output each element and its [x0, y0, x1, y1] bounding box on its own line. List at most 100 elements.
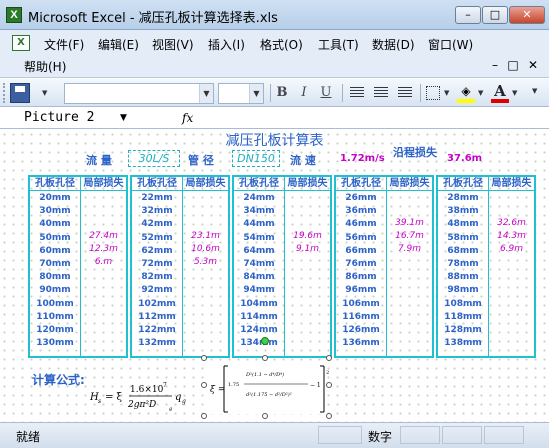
- diameter-cell[interactable]: 28mm: [438, 193, 488, 203]
- workbook-icon[interactable]: X: [12, 35, 30, 51]
- diameter-cell[interactable]: 124mm: [234, 325, 284, 335]
- menu-data[interactable]: 数据(D): [372, 36, 415, 53]
- toolbar-grip[interactable]: [3, 83, 6, 103]
- resize-handle[interactable]: [201, 382, 207, 388]
- loss-cell[interactable]: 6.m: [81, 257, 126, 267]
- pipe-value[interactable]: DN150: [232, 150, 280, 167]
- loss-cell[interactable]: 5.3m: [183, 257, 228, 267]
- diameter-cell[interactable]: 74mm: [234, 259, 284, 269]
- diameter-cell[interactable]: 34mm: [234, 206, 284, 216]
- diameter-cell[interactable]: 134mm: [234, 338, 284, 348]
- loss-cell[interactable]: 6.9m: [489, 244, 534, 254]
- diameter-cell[interactable]: 84mm: [234, 272, 284, 282]
- diameter-cell[interactable]: 22mm: [132, 193, 182, 203]
- doc-minimize-button[interactable]: –: [488, 58, 502, 72]
- fx-icon[interactable]: fx: [182, 109, 193, 127]
- diameter-cell[interactable]: 128mm: [438, 325, 488, 335]
- resize-handle[interactable]: [201, 413, 207, 419]
- resize-handle[interactable]: [326, 382, 332, 388]
- diameter-cell[interactable]: 44mm: [234, 219, 284, 229]
- diameter-cell[interactable]: 38mm: [438, 206, 488, 216]
- font-name-dropdown[interactable]: ▼: [64, 83, 214, 104]
- align-center-icon[interactable]: [374, 87, 388, 99]
- diameter-cell[interactable]: 40mm: [30, 219, 80, 229]
- bold-icon[interactable]: B: [272, 84, 292, 102]
- diameter-cell[interactable]: 108mm: [438, 299, 488, 309]
- chevron-down-icon[interactable]: ▼: [249, 84, 263, 103]
- name-box-arrow[interactable]: ▼: [120, 109, 127, 127]
- resize-handle[interactable]: [326, 355, 332, 361]
- diameter-cell[interactable]: 88mm: [438, 272, 488, 282]
- italic-icon[interactable]: I: [294, 84, 314, 102]
- loss-cell[interactable]: 39.1m: [387, 218, 432, 228]
- diameter-cell[interactable]: 126mm: [336, 325, 386, 335]
- diameter-cell[interactable]: 106mm: [336, 299, 386, 309]
- diameter-cell[interactable]: 116mm: [336, 312, 386, 322]
- diameter-cell[interactable]: 52mm: [132, 233, 182, 243]
- toolbar-options-arrow[interactable]: ▼: [42, 89, 47, 97]
- doc-close-button[interactable]: ✕: [526, 58, 540, 72]
- loss-cell[interactable]: 12.3m: [81, 244, 126, 254]
- font-size-dropdown[interactable]: ▼: [218, 83, 264, 104]
- resize-handle[interactable]: [262, 413, 268, 419]
- loss-cell[interactable]: 19.6m: [285, 231, 330, 241]
- diameter-cell[interactable]: 112mm: [132, 312, 182, 322]
- diameter-cell[interactable]: 132mm: [132, 338, 182, 348]
- align-right-icon[interactable]: [398, 87, 412, 99]
- loss-cell[interactable]: 23.1m: [183, 231, 228, 241]
- diameter-cell[interactable]: 72mm: [132, 259, 182, 269]
- diameter-cell[interactable]: 20mm: [30, 193, 80, 203]
- diameter-cell[interactable]: 82mm: [132, 272, 182, 282]
- diameter-cell[interactable]: 68mm: [438, 246, 488, 256]
- diameter-cell[interactable]: 58mm: [438, 233, 488, 243]
- font-color-icon[interactable]: A: [492, 82, 508, 100]
- formula-input[interactable]: [200, 109, 540, 127]
- name-box[interactable]: Picture 2: [4, 109, 134, 127]
- align-left-icon[interactable]: [350, 87, 364, 99]
- diameter-cell[interactable]: 56mm: [336, 233, 386, 243]
- rotate-handle[interactable]: [261, 337, 269, 345]
- diameter-cell[interactable]: 102mm: [132, 299, 182, 309]
- diameter-cell[interactable]: 78mm: [438, 259, 488, 269]
- diameter-cell[interactable]: 118mm: [438, 312, 488, 322]
- chevron-down-icon[interactable]: ▼: [199, 84, 213, 103]
- diameter-cell[interactable]: 50mm: [30, 233, 80, 243]
- diameter-cell[interactable]: 94mm: [234, 285, 284, 295]
- diameter-cell[interactable]: 66mm: [336, 246, 386, 256]
- font-color-dropdown-arrow[interactable]: ▼: [512, 89, 517, 97]
- diameter-cell[interactable]: 110mm: [30, 312, 80, 322]
- diameter-cell[interactable]: 114mm: [234, 312, 284, 322]
- toolbar-overflow-arrow[interactable]: ▼: [532, 87, 537, 95]
- menu-edit[interactable]: 编辑(E): [98, 36, 139, 53]
- diameter-cell[interactable]: 136mm: [336, 338, 386, 348]
- save-icon[interactable]: [10, 83, 30, 103]
- diameter-cell[interactable]: 54mm: [234, 233, 284, 243]
- diameter-cell[interactable]: 70mm: [30, 259, 80, 269]
- diameter-cell[interactable]: 98mm: [438, 285, 488, 295]
- menu-format[interactable]: 格式(O): [260, 36, 303, 53]
- diameter-cell[interactable]: 48mm: [438, 219, 488, 229]
- diameter-cell[interactable]: 42mm: [132, 219, 182, 229]
- worksheet[interactable]: 减压孔板计算表 流 量 30L/S 管 径 DN150 流 速 1.72m/s …: [0, 130, 549, 422]
- flow-value[interactable]: 30L/S: [128, 150, 180, 167]
- fill-color-dropdown-arrow[interactable]: ▼: [478, 89, 483, 97]
- loss-cell[interactable]: 27.4m: [81, 231, 126, 241]
- diameter-cell[interactable]: 120mm: [30, 325, 80, 335]
- loss-cell[interactable]: 7.9m: [387, 244, 432, 254]
- loss-cell[interactable]: 14.3m: [489, 231, 534, 241]
- resize-handle[interactable]: [326, 413, 332, 419]
- menu-window[interactable]: 窗口(W): [428, 36, 473, 53]
- borders-icon[interactable]: [426, 86, 440, 100]
- close-button[interactable]: ✕: [509, 6, 545, 24]
- diameter-cell[interactable]: 62mm: [132, 246, 182, 256]
- menu-view[interactable]: 视图(V): [152, 36, 194, 53]
- loss-cell[interactable]: 16.7m: [387, 231, 432, 241]
- loss-cell[interactable]: 32.6m: [489, 218, 534, 228]
- doc-restore-button[interactable]: □: [506, 58, 520, 72]
- diameter-cell[interactable]: 104mm: [234, 299, 284, 309]
- excel-app-icon[interactable]: X: [6, 7, 22, 23]
- diameter-cell[interactable]: 24mm: [234, 193, 284, 203]
- resize-handle[interactable]: [262, 355, 268, 361]
- underline-icon[interactable]: U: [316, 84, 336, 102]
- maximize-button[interactable]: □: [482, 6, 508, 24]
